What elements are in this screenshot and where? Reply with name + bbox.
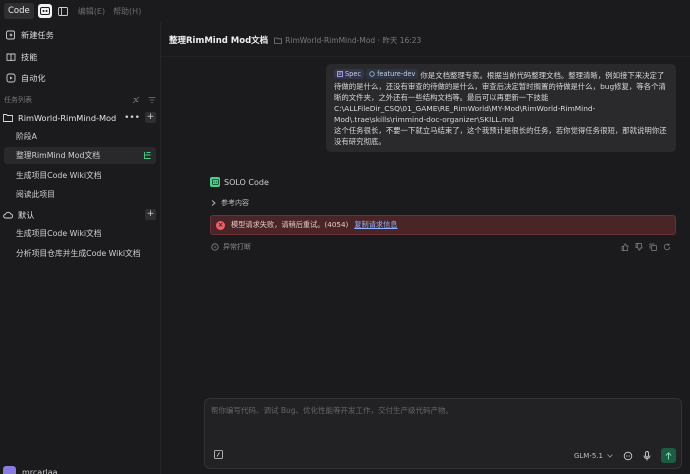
send-button[interactable] [661,448,676,463]
model-select[interactable]: GLM-5.1 [574,452,613,460]
divider [161,56,690,57]
project-name: RimWorld-RimMind-Mod [18,112,117,123]
error-banner: × 模型请求失败，请稍后重试。(4054) 复制请求信息 [210,215,676,235]
page-title: 整理RimMind Mod文档 [169,36,269,46]
task-item[interactable]: 阅读此项目 [4,186,156,203]
reference-toggle[interactable]: 参考内容 [211,198,249,208]
task-item[interactable]: 生成项目Code Wiki文档 [4,167,156,184]
agent-name: SOLO Code [224,177,269,187]
task-label: 整理RimMind Mod文档 [16,151,101,160]
user-message: Spec feature-dev 你是文档整理专家。根据当前代码整理文档。整理清… [326,64,676,152]
collapse-icon[interactable] [132,96,140,104]
task-item[interactable]: 生成项目Code Wiki文档 [4,225,156,242]
feature-dev-chip[interactable]: feature-dev [366,69,419,79]
task-label: 生成项目Code Wiki文档 [16,171,102,180]
solo-code-icon [210,177,220,187]
reference-label: 参考内容 [221,199,249,207]
breadcrumb-text: RimWorld-RimMind-Mod · 昨天 16:23 [285,35,422,45]
new-task-icon [6,30,16,40]
project-row[interactable]: RimWorld-RimMind-Mod ••• + [3,109,156,126]
more-icon[interactable]: ••• [124,113,140,123]
error-icon: × [216,220,225,230]
error-text: 模型请求失败，请稍后重试。(4054) [231,220,349,229]
arrow-up-icon [665,451,672,459]
skill-icon [369,71,375,77]
breadcrumb: RimWorld-RimMind-Mod · 昨天 16:23 [274,35,421,46]
sidebar-item-label: 自动化 [21,72,46,83]
task-label: 阶段A [16,132,37,141]
chat-input-box: GLM-5.1 [204,398,682,469]
spec-chip-label: Spec [345,69,362,78]
task-label: 分析项目仓库并生成Code Wiki文档 [16,249,141,258]
task-tree-icon[interactable] [143,151,152,160]
spec-chip[interactable]: Spec [334,69,365,79]
thumbs-up-icon[interactable] [621,243,629,251]
mode-code-tab[interactable]: Code [4,3,34,19]
task-header: 整理RimMind Mod文档 RimWorld-RimMind-Mod · 昨… [169,34,421,47]
thumbs-down-icon[interactable] [635,243,643,251]
task-item-selected[interactable]: 整理RimMind Mod文档 [4,147,156,164]
chevron-right-icon [211,200,216,206]
main-panel: 整理RimMind Mod文档 RimWorld-RimMind-Mod · 昨… [161,22,690,474]
edit-mode-icon[interactable] [214,450,223,459]
sidebar: 新建任务 技能 自动化 任务列表 RimWorld-RimMind-Mod ••… [0,22,161,474]
sidebar-toggle-icon[interactable] [56,4,70,18]
username: mrcarlaa [22,468,58,474]
interrupt-icon [211,243,219,251]
task-label: 阅读此项目 [16,190,55,199]
book-icon [6,52,16,62]
sidebar-item-new-task[interactable]: 新建任务 [4,26,156,43]
chat-bubble-icon[interactable] [623,451,633,461]
task-list-header: 任务列表 [4,95,156,105]
chevron-down-icon [607,453,613,458]
folder-icon [3,113,13,122]
add-task-button[interactable]: + [145,112,156,123]
task-item[interactable]: 分析项目仓库并生成Code Wiki文档 [4,245,156,262]
add-task-button[interactable]: + [145,209,156,220]
microphone-icon[interactable] [643,450,651,461]
copy-icon[interactable] [649,243,657,251]
chat-input[interactable] [211,405,677,435]
copy-request-link[interactable]: 复制请求信息 [354,220,397,230]
menu-edit[interactable]: 编辑(E) [78,6,105,17]
retry-icon[interactable] [663,243,671,251]
project-name: 默认 [18,209,35,220]
filter-icon[interactable] [148,96,156,104]
spec-icon [337,71,343,77]
cloud-icon [3,211,13,219]
folder-icon [274,37,283,44]
project-row[interactable]: 默认 + [3,206,156,223]
task-label: 生成项目Code Wiki文档 [16,229,102,238]
sidebar-item-automation[interactable]: 自动化 [4,69,156,86]
message-text-2: 这个任务很长，不要一下就立马结束了，这个我预计是很长的任务，若你觉得任务很短，那… [334,126,667,146]
model-name: GLM-5.1 [573,451,603,460]
automation-icon [6,73,16,83]
menu-help[interactable]: 帮助(H) [113,6,141,17]
title-bar: Code 编辑(E) 帮助(H) [0,0,690,22]
sidebar-item-label: 新建任务 [21,29,54,40]
status-text: 异常打断 [223,243,251,251]
task-list-label: 任务列表 [4,96,32,104]
sidebar-item-skills[interactable]: 技能 [4,48,156,65]
sidebar-item-label: 技能 [21,51,38,62]
agent-header: SOLO Code [210,177,269,187]
avatar [3,466,16,474]
user-profile[interactable]: mrcarlaa [3,466,58,474]
feature-dev-chip-label: feature-dev [377,69,416,78]
solo-mode-icon[interactable] [37,4,52,18]
status-row: 异常打断 [211,242,677,252]
task-item[interactable]: 阶段A [4,128,156,145]
